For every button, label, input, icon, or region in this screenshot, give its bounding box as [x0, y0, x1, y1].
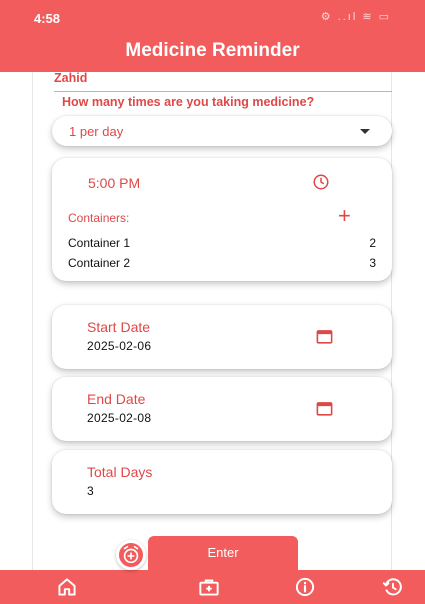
frequency-question: How many times are you taking medicine? — [62, 95, 315, 109]
nav-info[interactable] — [292, 574, 318, 600]
nav-add-alarm[interactable] — [116, 540, 146, 570]
nav-home[interactable] — [54, 574, 80, 600]
end-date-label: End Date — [87, 391, 146, 407]
container-count: 2 — [369, 236, 376, 250]
bottom-nav-bar — [0, 570, 425, 604]
page-title: Medicine Reminder — [125, 40, 300, 61]
start-date-value: 2025-02-06 — [87, 339, 152, 353]
containers-label: Containers: — [68, 211, 130, 225]
name-field-underline — [54, 91, 392, 92]
home-icon — [58, 578, 76, 596]
info-icon — [295, 577, 315, 597]
end-date-value: 2025-02-08 — [87, 411, 152, 425]
container-row: Container 2 3 — [68, 256, 376, 270]
total-days-card: Total Days 3 — [52, 450, 392, 514]
dose-time-value[interactable]: 5:00 PM — [88, 175, 140, 191]
calendar-icon[interactable] — [315, 399, 334, 418]
total-days-value: 3 — [87, 484, 94, 498]
frequency-selected-value: 1 per day — [69, 124, 124, 139]
add-alarm-icon — [123, 545, 139, 564]
start-date-label: Start Date — [87, 319, 151, 335]
history-icon — [382, 578, 402, 596]
clock-icon[interactable] — [312, 173, 330, 191]
end-date-card[interactable]: End Date 2025-02-08 — [52, 377, 392, 441]
frequency-dropdown[interactable]: 1 per day — [52, 116, 392, 146]
nav-medical[interactable] — [196, 574, 222, 600]
name-field-value[interactable]: Zahid — [54, 71, 87, 85]
start-date-card[interactable]: Start Date 2025-02-06 — [52, 305, 392, 369]
total-days-label: Total Days — [87, 464, 153, 480]
status-icons: ⚙ ..ıl ≋ ▭ — [320, 11, 391, 23]
container-count: 3 — [369, 256, 376, 270]
dose-time-card: 5:00 PM Containers: + Container 1 2 Cont… — [52, 158, 392, 281]
status-time: 4:58 — [34, 11, 61, 26]
medical-kit-icon — [199, 579, 219, 596]
add-container-icon[interactable]: + — [338, 205, 351, 227]
container-name: Container 1 — [68, 236, 131, 250]
nav-history[interactable] — [380, 574, 406, 600]
enter-button[interactable]: Enter — [148, 536, 298, 570]
container-name: Container 2 — [68, 256, 131, 270]
app-bar: 4:58 ⚙ ..ıl ≋ ▭ Medicine Reminder — [0, 0, 425, 72]
calendar-icon[interactable] — [315, 327, 334, 346]
container-row: Container 1 2 — [68, 236, 376, 250]
dropdown-arrow-icon — [360, 129, 370, 134]
